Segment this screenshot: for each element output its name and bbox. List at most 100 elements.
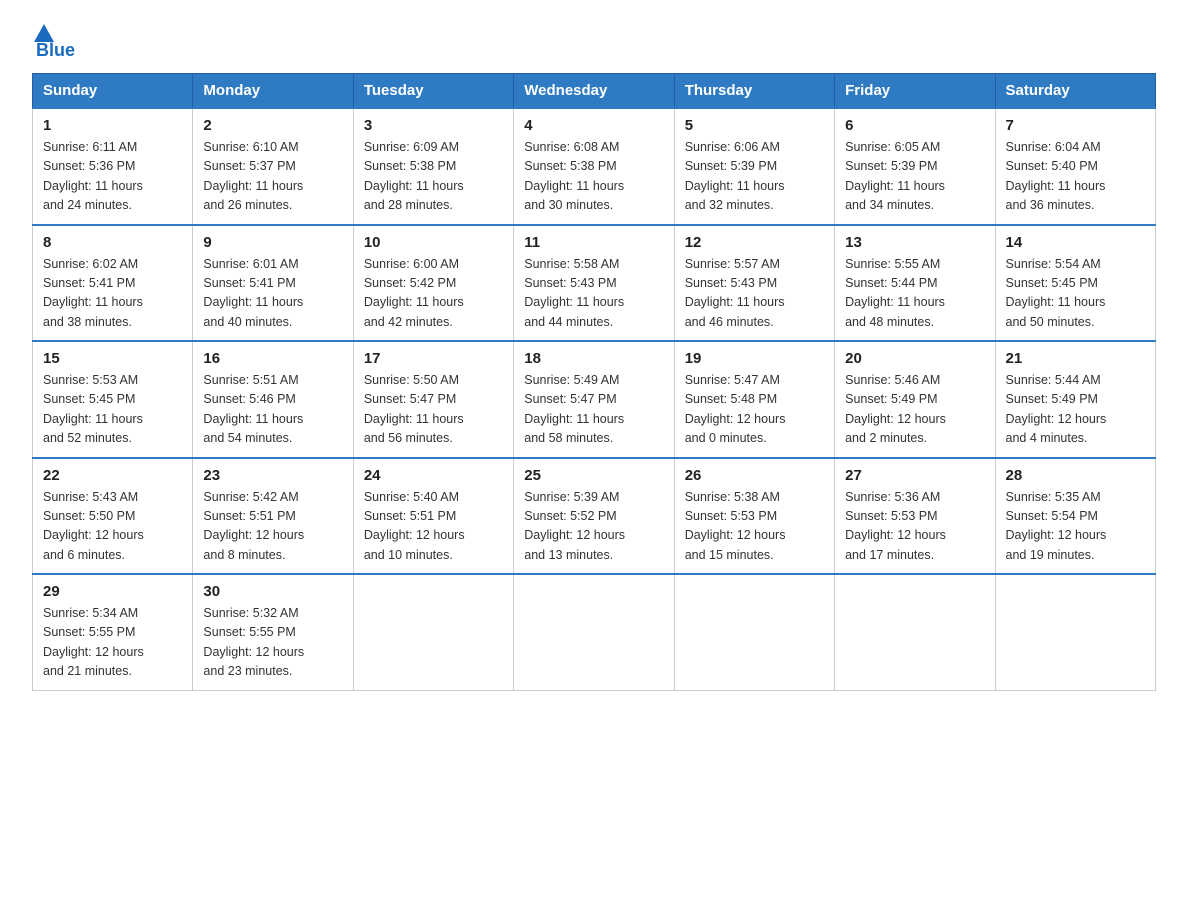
calendar-cell: 19 Sunrise: 5:47 AMSunset: 5:48 PMDayligh… — [674, 341, 834, 458]
day-info: Sunrise: 5:57 AMSunset: 5:43 PMDaylight:… — [685, 255, 824, 333]
day-info: Sunrise: 5:39 AMSunset: 5:52 PMDaylight:… — [524, 488, 663, 566]
day-number: 9 — [203, 234, 342, 251]
day-number: 17 — [364, 350, 503, 367]
calendar-cell: 24 Sunrise: 5:40 AMSunset: 5:51 PMDayligh… — [353, 458, 513, 575]
calendar-cell: 11 Sunrise: 5:58 AMSunset: 5:43 PMDayligh… — [514, 225, 674, 342]
day-info: Sunrise: 6:11 AMSunset: 5:36 PMDaylight:… — [43, 138, 182, 216]
calendar-cell: 18 Sunrise: 5:49 AMSunset: 5:47 PMDayligh… — [514, 341, 674, 458]
calendar-cell: 20 Sunrise: 5:46 AMSunset: 5:49 PMDayligh… — [835, 341, 995, 458]
day-number: 30 — [203, 583, 342, 600]
day-info: Sunrise: 6:10 AMSunset: 5:37 PMDaylight:… — [203, 138, 342, 216]
calendar-cell: 4Sunrise: 6:08 AMSunset: 5:38 PMDaylight… — [514, 108, 674, 225]
calendar-header-thursday: Thursday — [674, 74, 834, 109]
day-info: Sunrise: 5:40 AMSunset: 5:51 PMDaylight:… — [364, 488, 503, 566]
day-info: Sunrise: 5:47 AMSunset: 5:48 PMDaylight:… — [685, 371, 824, 449]
day-number: 20 — [845, 350, 984, 367]
day-number: 16 — [203, 350, 342, 367]
calendar-cell — [514, 574, 674, 690]
day-number: 23 — [203, 467, 342, 484]
calendar-header-saturday: Saturday — [995, 74, 1155, 109]
day-number: 14 — [1006, 234, 1145, 251]
day-info: Sunrise: 6:00 AMSunset: 5:42 PMDaylight:… — [364, 255, 503, 333]
calendar-cell: 25 Sunrise: 5:39 AMSunset: 5:52 PMDayligh… — [514, 458, 674, 575]
calendar-cell: 16 Sunrise: 5:51 AMSunset: 5:46 PMDayligh… — [193, 341, 353, 458]
day-info: Sunrise: 6:06 AMSunset: 5:39 PMDaylight:… — [685, 138, 824, 216]
day-info: Sunrise: 5:34 AMSunset: 5:55 PMDaylight:… — [43, 604, 182, 682]
week-row-1: 1 Sunrise: 6:11 AMSunset: 5:36 PMDaylight… — [33, 108, 1156, 225]
day-info: Sunrise: 5:55 AMSunset: 5:44 PMDaylight:… — [845, 255, 984, 333]
day-info: Sunrise: 5:51 AMSunset: 5:46 PMDaylight:… — [203, 371, 342, 449]
logo: Blue — [32, 24, 75, 61]
calendar-cell: 3 Sunrise: 6:09 AMSunset: 5:38 PMDaylight… — [353, 108, 513, 225]
day-info: Sunrise: 5:42 AMSunset: 5:51 PMDaylight:… — [203, 488, 342, 566]
calendar-cell: 7 Sunrise: 6:04 AMSunset: 5:40 PMDaylight… — [995, 108, 1155, 225]
calendar-cell: 6 Sunrise: 6:05 AMSunset: 5:39 PMDaylight… — [835, 108, 995, 225]
day-info: Sunrise: 6:04 AMSunset: 5:40 PMDaylight:… — [1006, 138, 1145, 216]
calendar-header-wednesday: Wednesday — [514, 74, 674, 109]
calendar-cell — [835, 574, 995, 690]
day-info: Sunrise: 5:46 AMSunset: 5:49 PMDaylight:… — [845, 371, 984, 449]
calendar-header-sunday: Sunday — [33, 74, 193, 109]
day-number: 11 — [524, 234, 663, 251]
day-number: 4 — [524, 117, 663, 134]
day-info: Sunrise: 5:49 AMSunset: 5:47 PMDaylight:… — [524, 371, 663, 449]
calendar-cell: 29 Sunrise: 5:34 AMSunset: 5:55 PMDayligh… — [33, 574, 193, 690]
day-info: Sunrise: 5:43 AMSunset: 5:50 PMDaylight:… — [43, 488, 182, 566]
week-row-3: 15 Sunrise: 5:53 AMSunset: 5:45 PMDayligh… — [33, 341, 1156, 458]
day-number: 7 — [1006, 117, 1145, 134]
day-info: Sunrise: 5:53 AMSunset: 5:45 PMDaylight:… — [43, 371, 182, 449]
day-number: 3 — [364, 117, 503, 134]
day-info: Sunrise: 5:58 AMSunset: 5:43 PMDaylight:… — [524, 255, 663, 333]
calendar-cell: 9 Sunrise: 6:01 AMSunset: 5:41 PMDaylight… — [193, 225, 353, 342]
calendar-table: SundayMondayTuesdayWednesdayThursdayFrid… — [32, 73, 1156, 691]
day-info: Sunrise: 5:32 AMSunset: 5:55 PMDaylight:… — [203, 604, 342, 682]
calendar-cell: 17 Sunrise: 5:50 AMSunset: 5:47 PMDayligh… — [353, 341, 513, 458]
page-header: Blue — [32, 24, 1156, 61]
day-number: 10 — [364, 234, 503, 251]
logo-underline: Blue — [36, 40, 75, 61]
day-number: 21 — [1006, 350, 1145, 367]
day-number: 6 — [845, 117, 984, 134]
calendar-header-row: SundayMondayTuesdayWednesdayThursdayFrid… — [33, 74, 1156, 109]
day-number: 13 — [845, 234, 984, 251]
day-number: 5 — [685, 117, 824, 134]
calendar-cell: 21 Sunrise: 5:44 AMSunset: 5:49 PMDayligh… — [995, 341, 1155, 458]
day-info: Sunrise: 6:05 AMSunset: 5:39 PMDaylight:… — [845, 138, 984, 216]
calendar-cell: 22 Sunrise: 5:43 AMSunset: 5:50 PMDayligh… — [33, 458, 193, 575]
day-number: 15 — [43, 350, 182, 367]
day-number: 12 — [685, 234, 824, 251]
day-info: Sunrise: 5:54 AMSunset: 5:45 PMDaylight:… — [1006, 255, 1145, 333]
day-number: 28 — [1006, 467, 1145, 484]
calendar-cell: 1 Sunrise: 6:11 AMSunset: 5:36 PMDaylight… — [33, 108, 193, 225]
day-info: Sunrise: 6:09 AMSunset: 5:38 PMDaylight:… — [364, 138, 503, 216]
day-number: 2 — [203, 117, 342, 134]
day-info: Sunrise: 6:02 AMSunset: 5:41 PMDaylight:… — [43, 255, 182, 333]
calendar-cell: 15 Sunrise: 5:53 AMSunset: 5:45 PMDayligh… — [33, 341, 193, 458]
day-number: 24 — [364, 467, 503, 484]
calendar-header-tuesday: Tuesday — [353, 74, 513, 109]
calendar-cell: 8 Sunrise: 6:02 AMSunset: 5:41 PMDaylight… — [33, 225, 193, 342]
day-number: 22 — [43, 467, 182, 484]
calendar-cell: 28Sunrise: 5:35 AMSunset: 5:54 PMDayligh… — [995, 458, 1155, 575]
day-info: Sunrise: 5:36 AMSunset: 5:53 PMDaylight:… — [845, 488, 984, 566]
day-number: 1 — [43, 117, 182, 134]
day-number: 18 — [524, 350, 663, 367]
day-number: 8 — [43, 234, 182, 251]
day-number: 25 — [524, 467, 663, 484]
calendar-cell: 13 Sunrise: 5:55 AMSunset: 5:44 PMDayligh… — [835, 225, 995, 342]
calendar-cell: 2 Sunrise: 6:10 AMSunset: 5:37 PMDaylight… — [193, 108, 353, 225]
week-row-5: 29 Sunrise: 5:34 AMSunset: 5:55 PMDayligh… — [33, 574, 1156, 690]
day-number: 29 — [43, 583, 182, 600]
calendar-header-friday: Friday — [835, 74, 995, 109]
day-number: 19 — [685, 350, 824, 367]
calendar-cell: 27 Sunrise: 5:36 AMSunset: 5:53 PMDayligh… — [835, 458, 995, 575]
calendar-cell: 10 Sunrise: 6:00 AMSunset: 5:42 PMDayligh… — [353, 225, 513, 342]
day-number: 27 — [845, 467, 984, 484]
day-info: Sunrise: 6:01 AMSunset: 5:41 PMDaylight:… — [203, 255, 342, 333]
calendar-cell — [995, 574, 1155, 690]
calendar-cell: 26Sunrise: 5:38 AMSunset: 5:53 PMDayligh… — [674, 458, 834, 575]
calendar-cell: 30 Sunrise: 5:32 AMSunset: 5:55 PMDayligh… — [193, 574, 353, 690]
calendar-cell: 5 Sunrise: 6:06 AMSunset: 5:39 PMDaylight… — [674, 108, 834, 225]
day-info: Sunrise: 5:50 AMSunset: 5:47 PMDaylight:… — [364, 371, 503, 449]
day-info: Sunrise: 5:44 AMSunset: 5:49 PMDaylight:… — [1006, 371, 1145, 449]
